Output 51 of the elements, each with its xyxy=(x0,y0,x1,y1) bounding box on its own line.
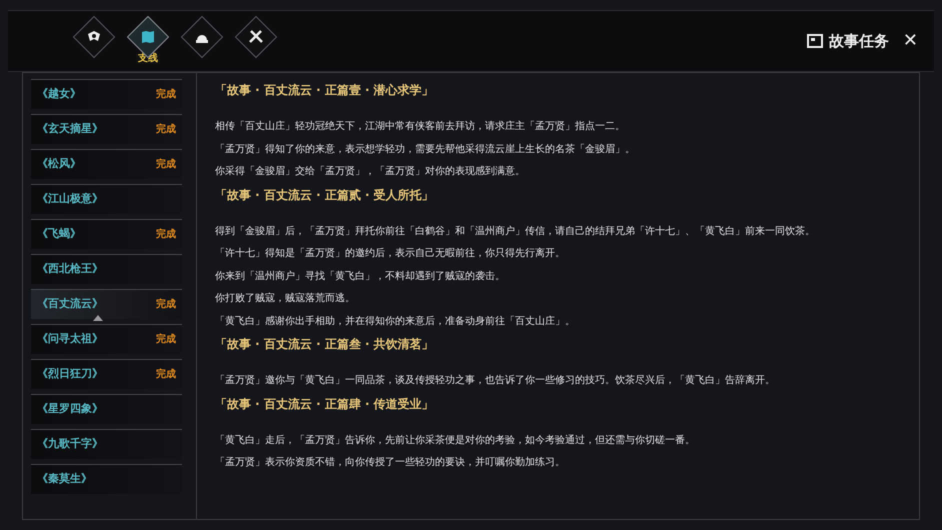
quest-item[interactable]: 《秦莫生》 xyxy=(31,464,182,494)
story-paragraph: 「黄飞白」感谢你出手相助，并在得知你的来意后，准备动身前往「百丈山庄」。 xyxy=(215,314,576,328)
quest-name: 《秦莫生》 xyxy=(37,471,92,488)
quest-name: 《星罗四象》 xyxy=(37,401,103,418)
completed-tag: 完成 xyxy=(156,122,176,137)
map-icon xyxy=(140,29,156,45)
completed-tag: 完成 xyxy=(156,367,176,382)
quest-name: 《飞蝎》 xyxy=(37,226,81,242)
quest-item[interactable]: 《烈日狂刀》 完成 xyxy=(31,359,182,389)
quest-item[interactable]: 《九歌千字》 xyxy=(31,429,182,459)
story-paragraph: 相传「百丈山庄」轻功冠绝天下，江湖中常有侠客前去拜访，请求庄主「孟万贤」指点一二。 xyxy=(215,120,626,134)
story-paragraph: 你采得「金骏眉」交给「孟万贤」，「孟万贤」对你的表现感到满意。 xyxy=(215,164,526,179)
close-button[interactable]: ✕ xyxy=(902,32,918,50)
quest-name: 《百丈流云》 xyxy=(37,296,103,312)
quest-name: 《越女》 xyxy=(37,86,81,102)
quest-name: 《西北枪王》 xyxy=(37,261,103,278)
quest-name: 《松风》 xyxy=(37,156,81,172)
quest-item[interactable]: 《越女》 完成 xyxy=(31,79,182,109)
completed-tag: 完成 xyxy=(156,87,176,102)
quest-name: 《玄天摘星》 xyxy=(37,121,103,138)
quest-item[interactable]: 《星罗四象》 xyxy=(31,394,182,424)
completed-tag: 完成 xyxy=(156,157,176,172)
story-paragraph: 「黄飞白」走后，「孟万贤」告诉你，先前让你采茶便是对你的考验，如今考验通过，但还需与你切磋一番。 xyxy=(215,434,696,448)
window-title: 故事任务 xyxy=(828,30,889,52)
story-paragraph: 你打败了贼寇，贼寇落荒而逃。 xyxy=(215,292,356,306)
story-paragraph: 「孟万贤」得知了你的来意，表示想学轻功，需要先帮他采得流云崖上生长的名茶「金骏眉」。 xyxy=(215,142,636,156)
chapter-title: 「故事 · 百丈流云 · 正篇贰 · 受人所托」 xyxy=(215,186,435,204)
completed-tag: 完成 xyxy=(156,332,176,347)
quest-name: 《烈日狂刀》 xyxy=(37,366,103,382)
story-paragraph: 「孟万贤」表示你资质不错，向你传授了一些轻功的要诀，并叮嘱你勤加练习。 xyxy=(215,456,566,470)
story-paragraph: 「孟万贤」邀你与「黄飞白」一同品茶，谈及传授轻功之事，也告诉了你一些修习的技巧。饮茶尽兴后，「黄飞白」告辞离开。 xyxy=(215,374,776,388)
chapter-title: 「故事 · 百丈流云 · 正篇壹 · 潜心求学」 xyxy=(215,82,435,99)
quest-item[interactable]: 《江山极意》 xyxy=(31,184,182,214)
quest-name: 《江山极意》 xyxy=(37,191,103,208)
chapter-title: 「故事 · 百丈流云 · 正篇叁 · 共饮清茗」 xyxy=(215,336,435,353)
quest-item[interactable]: 《飞蝎》 完成 xyxy=(31,219,182,249)
story-paragraph: 「许十七」得知是「孟万贤」的邀约后，表示自己无暇前往，你只得先行离开。 xyxy=(215,246,566,261)
selection-marker-icon xyxy=(93,315,103,321)
quest-item[interactable]: 《玄天摘星》 完成 xyxy=(31,114,182,144)
quest-name: 《九歌千字》 xyxy=(37,436,103,452)
story-paragraph: 得到「金骏眉」后，「孟万贤」拜托你前往「白鹤谷」和「温州商户」传信，请自己的结拜兄弟「许十七」、「黄飞白」前来一同饮茶。 xyxy=(215,224,816,238)
chapter-title: 「故事 · 百丈流云 · 正篇肆 · 传道受业」 xyxy=(215,396,435,412)
quest-item[interactable]: 《松风》 完成 xyxy=(31,149,182,179)
quest-item[interactable]: 《西北枪王》 xyxy=(31,254,182,284)
completed-tag: 完成 xyxy=(156,297,176,312)
quest-item[interactable]: 《问寻太祖》 完成 xyxy=(31,324,182,354)
completed-tag: 完成 xyxy=(156,227,176,242)
story-paragraph: 你来到「温州商户」寻找「黄飞白」，不料却遇到了贼寇的袭击。 xyxy=(215,270,506,284)
book-icon xyxy=(806,34,823,48)
quest-name: 《问寻太祖》 xyxy=(37,331,103,348)
quest-item[interactable]: 《百丈流云》 完成 xyxy=(31,289,182,319)
